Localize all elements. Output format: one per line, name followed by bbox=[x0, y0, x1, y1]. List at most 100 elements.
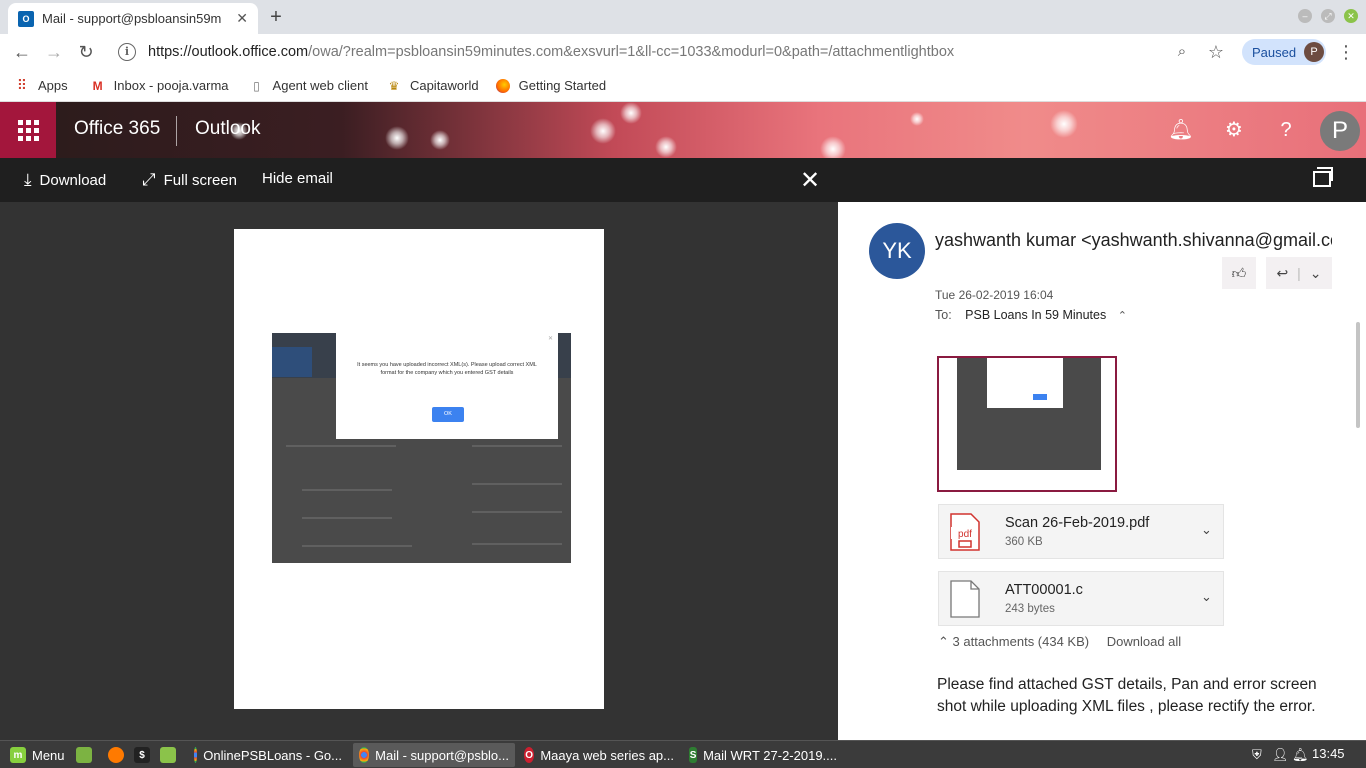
chevron-down-icon[interactable]: ⌄ bbox=[1310, 265, 1322, 282]
maximize-icon[interactable]: ⤢ bbox=[1321, 9, 1335, 23]
thumbnail-image bbox=[957, 358, 1101, 470]
full-screen-button[interactable]: ⤢ Full screen bbox=[142, 170, 237, 190]
chevron-down-icon[interactable]: ⌄ bbox=[1201, 589, 1212, 605]
zoom-icon[interactable]: ⌕ bbox=[1170, 40, 1194, 64]
pdf-file-icon: pdf bbox=[950, 513, 980, 551]
chrome-icon bbox=[194, 747, 198, 763]
download-button[interactable]: ⤓ Download bbox=[24, 170, 106, 190]
svg-text:pdf: pdf bbox=[958, 529, 972, 540]
url-path: /owa/?realm=psbloansin59minutes.com&exsv… bbox=[308, 44, 955, 60]
error-dialog: ✕ It seems you have uploaded incorrect X… bbox=[336, 333, 558, 439]
browser-tab-strip: O Mail - support@psbloansin59m ✕ + – ⤢ ✕ bbox=[0, 0, 1366, 34]
embedded-screenshot: ✕ It seems you have uploaded incorrect X… bbox=[272, 333, 571, 563]
attachment-card[interactable]: pdf Scan 26-Feb-2019.pdf 360 KB ⌄ bbox=[938, 504, 1224, 559]
shield-icon[interactable]: ⛨ bbox=[1246, 743, 1268, 767]
bookmark-apps[interactable]: ⠿ Apps bbox=[14, 77, 68, 94]
header-sparkle bbox=[620, 102, 642, 124]
taskbar-window[interactable]: OnlinePSBLoans - Go... bbox=[188, 743, 348, 767]
attachment-name: Scan 26-Feb-2019.pdf bbox=[1005, 515, 1150, 531]
tab-close-icon[interactable]: ✕ bbox=[236, 10, 248, 27]
office365-brand[interactable]: Office 365 bbox=[74, 118, 160, 140]
reply-button[interactable]: ↩ | ⌄ bbox=[1266, 257, 1332, 289]
download-all-link[interactable]: Download all bbox=[1107, 634, 1181, 649]
thumbs-up-icon: 👍︎ bbox=[1231, 265, 1247, 281]
like-button[interactable]: 👍︎ bbox=[1222, 257, 1256, 289]
chevron-up-double-icon[interactable]: ⌃ bbox=[1118, 310, 1127, 322]
browser-toolbar: ← → ↻ i https://outlook.office.com/owa/?… bbox=[0, 34, 1366, 70]
header-sparkle bbox=[655, 136, 677, 158]
minimize-icon[interactable]: – bbox=[1298, 9, 1312, 23]
reading-pane-scrollbar[interactable] bbox=[1356, 322, 1360, 428]
attachment-name: ATT00001.c bbox=[1005, 582, 1083, 598]
url-domain: https://outlook.office.com bbox=[148, 44, 309, 60]
popout-icon[interactable] bbox=[1313, 167, 1333, 187]
files-launcher[interactable] bbox=[154, 743, 188, 767]
attachments-count[interactable]: 3 attachments (434 KB) bbox=[953, 634, 1090, 649]
app-name[interactable]: Outlook bbox=[195, 118, 260, 140]
dialog-close-icon: ✕ bbox=[547, 336, 553, 342]
terminal-icon: $ bbox=[134, 747, 150, 763]
taskbar-window[interactable]: S Mail WRT 27-2-2019.... bbox=[683, 743, 843, 767]
notification-bell-icon[interactable]: 🔔︎ bbox=[1286, 743, 1315, 767]
profile-paused-button[interactable]: Paused P bbox=[1242, 39, 1326, 65]
bookmark-capitaworld[interactable]: ♛ Capitaworld bbox=[386, 78, 479, 94]
header-sparkle bbox=[910, 112, 924, 126]
bell-icon[interactable]: 🔔︎ bbox=[1167, 116, 1195, 144]
close-window-icon[interactable]: ✕ bbox=[1344, 9, 1358, 23]
sender-name[interactable]: yashwanth kumar <yashwanth.shivanna@gmai… bbox=[935, 230, 1332, 251]
attachment-card[interactable]: ATT00001.c 243 bytes ⌄ bbox=[938, 571, 1224, 626]
bookmark-agent-web-client[interactable]: ▯ Agent web client bbox=[249, 78, 368, 94]
browser-tab[interactable]: O Mail - support@psbloansin59m ✕ bbox=[8, 3, 258, 34]
dialog-ok-button: OK bbox=[432, 407, 464, 422]
taskbar-window-active[interactable]: Mail - support@psblo... bbox=[353, 743, 515, 767]
thumbnail-ok-button bbox=[1033, 394, 1047, 400]
chevron-down-icon[interactable]: ⌄ bbox=[1201, 522, 1212, 538]
back-icon[interactable]: ← bbox=[10, 40, 34, 64]
gear-icon[interactable]: ⚙ bbox=[1220, 116, 1248, 144]
start-menu-button[interactable]: m Menu bbox=[4, 743, 71, 767]
bookmark-getting-started[interactable]: Getting Started bbox=[495, 78, 606, 94]
bookmarks-bar: ⠿ Apps M Inbox - pooja.varma ▯ Agent web… bbox=[0, 70, 1366, 102]
reload-icon[interactable]: ↻ bbox=[74, 40, 98, 64]
chrome-icon bbox=[359, 747, 370, 763]
sent-date: Tue 26-02-2019 16:04 bbox=[935, 288, 1054, 302]
header-sparkle bbox=[430, 130, 450, 150]
new-tab-button[interactable]: + bbox=[264, 5, 288, 29]
hide-email-button[interactable]: Hide email bbox=[262, 170, 333, 187]
close-lightbox-icon[interactable]: ✕ bbox=[800, 166, 820, 195]
screenshot-line bbox=[472, 543, 562, 545]
bookmark-inbox[interactable]: M Inbox - pooja.varma bbox=[90, 78, 229, 94]
bookmark-star-icon[interactable]: ☆ bbox=[1204, 40, 1228, 64]
user-avatar[interactable]: P bbox=[1320, 111, 1360, 151]
apps-grid-icon: ⠿ bbox=[16, 77, 28, 93]
document-page: ✕ It seems you have uploaded incorrect X… bbox=[234, 229, 604, 709]
clock[interactable]: 13:45 bbox=[1312, 746, 1345, 761]
opera-icon: O bbox=[524, 747, 535, 763]
dialog-message: It seems you have uploaded incorrect XML… bbox=[357, 362, 537, 376]
collapse-attachments-icon[interactable]: ⌃ bbox=[938, 634, 949, 649]
recipient[interactable]: PSB Loans In 59 Minutes bbox=[965, 308, 1106, 322]
sender-avatar[interactable]: YK bbox=[869, 223, 925, 279]
thumbnail-dialog bbox=[987, 358, 1063, 408]
chrome-menu-icon[interactable]: ⋮ bbox=[1334, 40, 1358, 64]
tab-title: Mail - support@psbloansin59m bbox=[42, 11, 222, 26]
header-divider bbox=[176, 116, 177, 146]
site-info-icon[interactable]: i bbox=[118, 43, 136, 61]
show-desktop-button[interactable] bbox=[70, 743, 104, 767]
help-icon[interactable]: ? bbox=[1272, 116, 1300, 144]
address-bar[interactable]: i https://outlook.office.com/owa/?realm=… bbox=[110, 37, 1238, 67]
mint-logo-icon: m bbox=[10, 747, 26, 763]
file-icon bbox=[950, 580, 980, 618]
attachment-thumbnail[interactable] bbox=[937, 356, 1117, 492]
screenshot-line bbox=[302, 489, 392, 491]
to-label: To: bbox=[935, 308, 952, 322]
taskbar-window[interactable]: O Maaya web series ap... bbox=[518, 743, 680, 767]
app-launcher-icon[interactable] bbox=[0, 102, 56, 158]
page-icon: ▯ bbox=[253, 78, 260, 93]
capitaworld-icon: ♛ bbox=[388, 78, 400, 93]
forward-icon[interactable]: → bbox=[42, 40, 66, 64]
outlook-favicon-icon: O bbox=[18, 10, 34, 27]
attachment-preview-pane: ✕ It seems you have uploaded incorrect X… bbox=[0, 202, 838, 740]
download-icon: ⤓ bbox=[24, 170, 32, 189]
paused-label: Paused bbox=[1252, 44, 1297, 60]
